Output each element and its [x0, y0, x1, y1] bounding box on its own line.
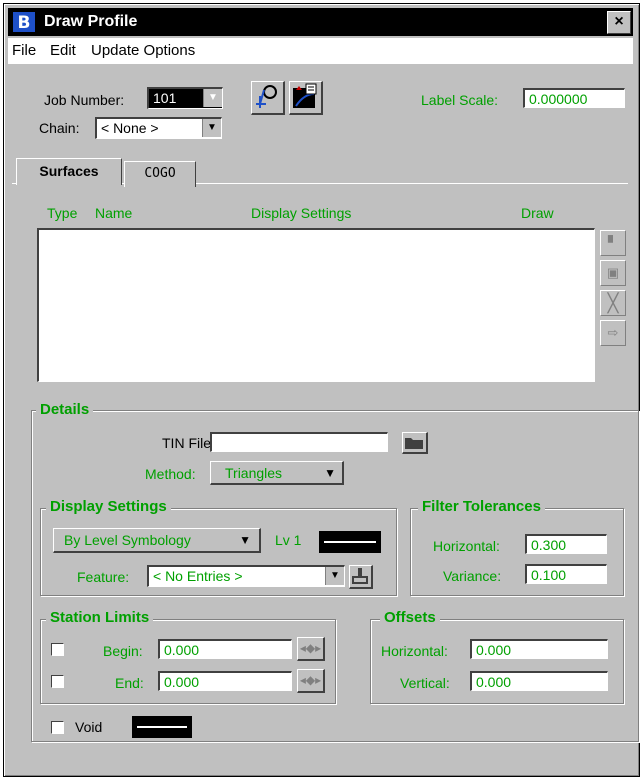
end-checkbox[interactable]	[51, 675, 64, 688]
begin-label: Begin:	[103, 643, 143, 659]
job-number-value: 101	[153, 90, 177, 106]
display-settings-title: Display Settings	[46, 498, 171, 515]
delete-icon: ╳	[607, 293, 619, 313]
export-button[interactable]	[289, 81, 323, 115]
column-name: Name	[95, 205, 133, 221]
chain-value: < None >	[101, 120, 159, 136]
method-label: Method:	[145, 466, 196, 482]
end-pick-button[interactable]: ◂◆▸	[297, 669, 325, 693]
tin-file-label: TIN File:	[162, 435, 215, 451]
add-surface-button[interactable]: ▘	[600, 230, 626, 256]
locate-button[interactable]	[251, 81, 285, 115]
station-pick-icon: ◂◆▸	[299, 641, 322, 655]
move-surface-button[interactable]: ⇨	[600, 320, 626, 346]
label-scale-input[interactable]: 0.000000	[523, 88, 625, 108]
level-label: Lv 1	[275, 532, 302, 548]
begin-checkbox[interactable]	[51, 643, 64, 656]
tin-file-input[interactable]	[210, 432, 388, 452]
tab-cogo-label: COGO	[144, 166, 176, 181]
offsets-horizontal-label: Horizontal:	[381, 643, 448, 659]
chevron-down-icon: ▼	[239, 533, 251, 547]
column-display-settings: Display Settings	[251, 205, 352, 221]
brush-icon	[352, 568, 368, 584]
symbology-color-swatch[interactable]	[319, 531, 381, 553]
copy-surface-button[interactable]: ▣	[600, 260, 626, 286]
folder-icon	[405, 438, 423, 449]
filter-horizontal-input[interactable]: 0.300	[525, 534, 607, 554]
offsets-vertical-input[interactable]: 0.000	[470, 671, 608, 691]
chevron-down-icon: ▼	[325, 567, 344, 585]
add-icon: ▘	[608, 235, 618, 250]
menu-edit[interactable]: Edit	[50, 42, 76, 59]
job-number-label: Job Number:	[44, 92, 125, 108]
title-bar[interactable]: B Draw Profile ×	[8, 8, 633, 36]
feature-pick-button[interactable]	[349, 565, 373, 589]
menu-bar: File Edit Update Options	[8, 38, 633, 64]
void-label: Void	[75, 719, 103, 735]
chevron-down-icon: ▼	[202, 119, 221, 137]
variance-input[interactable]: 0.100	[525, 564, 607, 584]
export-profile-icon	[293, 83, 317, 108]
chevron-down-icon: ▼	[324, 466, 336, 480]
void-color-swatch[interactable]	[132, 716, 192, 738]
column-draw: Draw	[521, 205, 554, 221]
feature-select[interactable]: < No Entries > ▼	[147, 565, 345, 587]
end-input[interactable]: 0.000	[158, 671, 292, 691]
offsets-title: Offsets	[380, 609, 440, 626]
method-value: Triangles	[225, 465, 283, 481]
feature-value: < No Entries >	[153, 568, 243, 584]
end-label: End:	[115, 675, 144, 691]
chain-select[interactable]: < None > ▼	[95, 117, 222, 139]
offsets-vertical-label: Vertical:	[400, 675, 450, 691]
menu-update-options[interactable]: Update Options	[91, 42, 195, 59]
close-icon: ×	[614, 13, 624, 30]
void-checkbox[interactable]	[51, 721, 64, 734]
chevron-down-icon: ▼	[203, 89, 222, 107]
symbology-value: By Level Symbology	[64, 532, 191, 548]
tab-cogo[interactable]: COGO	[124, 161, 196, 187]
surfaces-list[interactable]	[37, 228, 595, 382]
tab-surfaces[interactable]: Surfaces	[16, 158, 122, 185]
station-limits-group	[40, 619, 336, 704]
station-pick-icon: ◂◆▸	[299, 673, 322, 687]
locate-anchor-icon	[256, 85, 277, 108]
tab-surfaces-label: Surfaces	[39, 163, 99, 179]
menu-file[interactable]: File	[12, 42, 36, 59]
feature-label: Feature:	[77, 569, 130, 585]
offsets-horizontal-input[interactable]: 0.000	[470, 639, 608, 659]
method-select[interactable]: Triangles ▼	[210, 461, 344, 485]
offsets-group	[370, 619, 624, 704]
begin-input[interactable]: 0.000	[158, 639, 292, 659]
variance-label: Variance:	[443, 568, 502, 584]
copy-icon: ▣	[606, 265, 620, 280]
close-button[interactable]: ×	[607, 11, 631, 34]
column-type: Type	[47, 205, 78, 221]
svg-text:B: B	[18, 13, 31, 33]
chain-label: Chain:	[39, 120, 80, 136]
label-scale-label: Label Scale:	[421, 92, 499, 108]
filter-tolerances-title: Filter Tolerances	[418, 498, 545, 515]
move-icon: ⇨	[607, 325, 619, 340]
begin-pick-button[interactable]: ◂◆▸	[297, 637, 325, 661]
job-number-select[interactable]: 101 ▼	[147, 87, 223, 109]
station-limits-title: Station Limits	[46, 609, 154, 626]
window-title: Draw Profile	[44, 13, 138, 30]
delete-surface-button[interactable]: ╳	[600, 290, 626, 316]
app-logo-icon: B	[12, 11, 36, 33]
details-title: Details	[36, 401, 94, 418]
filter-horizontal-label: Horizontal:	[433, 538, 500, 554]
browse-button[interactable]	[402, 432, 428, 454]
symbology-select[interactable]: By Level Symbology ▼	[53, 528, 261, 553]
